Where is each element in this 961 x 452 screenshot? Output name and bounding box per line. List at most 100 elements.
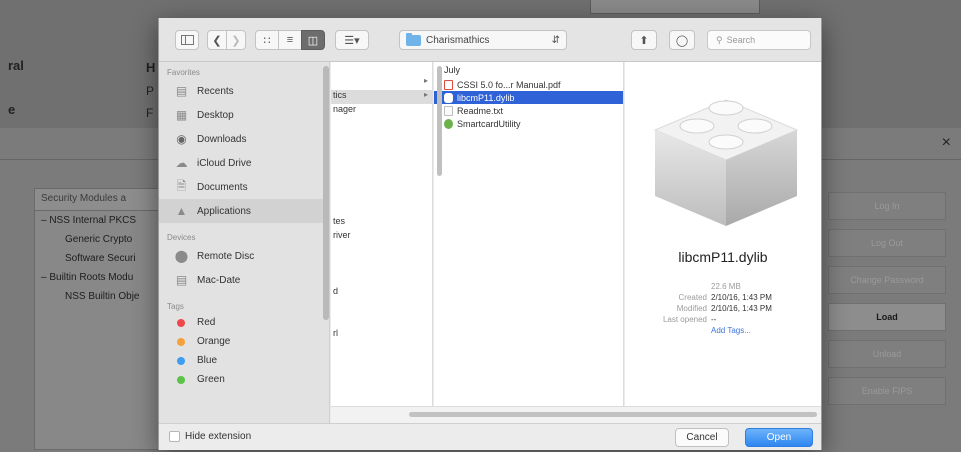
list-view-button[interactable]: ≡	[278, 30, 302, 50]
forward-button[interactable]: ❯	[226, 30, 246, 50]
log-in-button[interactable]: Log In	[828, 192, 946, 220]
sidebar-item-label: Mac-Date	[197, 274, 241, 286]
red-tag-icon	[177, 318, 185, 327]
close-icon[interactable]: ×	[942, 134, 951, 152]
column-row[interactable]	[331, 356, 432, 370]
preview-metadata: 22.6 MB Created 2/10/16, 1:43 PM Modified…	[625, 281, 821, 336]
sidebar-section-devices: Devices	[167, 233, 196, 242]
open-button[interactable]: Open	[745, 428, 813, 447]
column-row[interactable]	[331, 132, 432, 146]
tag-button[interactable]: ◯	[669, 30, 695, 50]
column-row-label: nager	[333, 104, 357, 114]
horizontal-scrollbar[interactable]	[331, 406, 821, 423]
applications-icon: ▲	[175, 204, 188, 218]
security-modules-tree[interactable]: Security Modules a – NSS Internal PKCS G…	[34, 188, 174, 450]
column-row[interactable]: tics ▸	[331, 90, 432, 104]
tree-row[interactable]: Generic Crypto	[35, 230, 173, 249]
column-row[interactable]: river	[331, 230, 432, 244]
tag-icon: ◯	[675, 34, 689, 47]
cancel-button[interactable]: Cancel	[675, 428, 729, 447]
share-button[interactable]: ⬆	[631, 30, 657, 50]
column-row[interactable]	[331, 258, 432, 272]
column-row[interactable]	[331, 272, 432, 286]
background-label: e	[8, 102, 16, 117]
tree-row[interactable]: – Builtin Roots Modu	[35, 268, 173, 287]
enable-fips-button[interactable]: Enable FIPS	[828, 377, 946, 405]
file-row-selected[interactable]: libcmP11.dylib	[434, 91, 623, 104]
sidebar-item-label: Desktop	[197, 109, 234, 121]
folder-icon	[406, 32, 421, 46]
sidebar-tag-red[interactable]: Red	[159, 313, 329, 332]
sidebar-tag-orange[interactable]: Orange	[159, 332, 329, 351]
column-row[interactable]	[331, 202, 432, 216]
sidebar-item-label: Green	[197, 374, 225, 385]
log-out-button[interactable]: Log Out	[828, 229, 946, 257]
library-file-icon	[653, 99, 799, 226]
add-tags-link[interactable]: Add Tags...	[711, 325, 751, 336]
tree-header: Security Modules a	[35, 189, 173, 211]
tree-row[interactable]: Software Securi	[35, 249, 173, 268]
disc-icon: ⬤	[174, 249, 189, 263]
column-row[interactable]	[331, 62, 432, 76]
column-row[interactable]	[331, 118, 432, 132]
column-row[interactable]	[331, 244, 432, 258]
column-row[interactable]	[331, 160, 432, 174]
sidebar-icon	[180, 35, 194, 45]
documents-icon: 🗎	[176, 178, 187, 193]
tree-row[interactable]: – NSS Internal PKCS	[35, 211, 173, 230]
sidebar-item-downloads[interactable]: ◉ Downloads	[159, 127, 329, 151]
column-row[interactable]	[331, 384, 432, 398]
column-row[interactable]: ▸	[331, 76, 432, 90]
sidebar-item-remote-disc[interactable]: ⬤ Remote Disc	[159, 244, 329, 268]
hide-extension-checkbox[interactable]: Hide extension	[169, 431, 251, 442]
column-row[interactable]	[331, 314, 432, 328]
sidebar-item-desktop[interactable]: ▦ Desktop	[159, 103, 329, 127]
column-row[interactable]	[331, 146, 432, 160]
sidebar-tag-green[interactable]: Green	[159, 370, 329, 389]
back-button[interactable]: ❮	[207, 30, 227, 50]
column-row[interactable]	[331, 300, 432, 314]
sidebar-item-recents[interactable]: ▤ Recents	[159, 79, 329, 103]
sidebar-scrollbar[interactable]	[323, 66, 329, 320]
meta-key: Last opened	[662, 315, 707, 324]
tree-row[interactable]: NSS Builtin Obje	[35, 287, 173, 306]
checkbox-icon	[169, 431, 180, 442]
file-row[interactable]: SmartcardUtility	[434, 117, 623, 130]
browser-column-applications[interactable]: ▸tics▸nagertesriverdrlrome	[331, 62, 433, 406]
file-row[interactable]: CSSI 5.0 fo...r Manual.pdf	[434, 78, 623, 91]
icon-view-button[interactable]: ∷	[255, 30, 279, 50]
scrollbar-thumb[interactable]	[409, 412, 817, 417]
column-row[interactable]	[331, 370, 432, 384]
load-button[interactable]: Load	[828, 303, 946, 331]
sidebar-item-applications[interactable]: ▲ Applications	[159, 199, 329, 223]
location-popup[interactable]: Charismathics ⇵	[399, 30, 567, 50]
sidebar-toggle-button[interactable]	[175, 30, 199, 50]
column-scrollbar[interactable]	[437, 66, 442, 176]
column-row[interactable]: nager	[331, 104, 432, 118]
browser-column-files[interactable]: July CSSI 5.0 fo...r Manual.pdf libcmP11…	[434, 62, 624, 406]
sidebar-tag-blue[interactable]: Blue	[159, 351, 329, 370]
column-row[interactable]	[331, 342, 432, 356]
column-row[interactable]: rl	[331, 328, 432, 342]
search-field[interactable]: ⚲ Search	[707, 30, 811, 50]
column-row-label: rl	[333, 328, 338, 338]
column-view-button[interactable]: ◫	[301, 30, 325, 50]
column-row[interactable]	[331, 188, 432, 202]
file-name: SmartcardUtility	[457, 118, 521, 129]
file-row[interactable]: Readme.txt	[434, 104, 623, 117]
chevron-updown-icon: ⇵	[551, 34, 560, 46]
sidebar-item-icloud-drive[interactable]: ☁ iCloud Drive	[159, 151, 329, 175]
background-tab	[590, 0, 760, 14]
change-password-button[interactable]: Change Password	[828, 266, 946, 294]
column-row[interactable]	[331, 398, 432, 406]
unload-button[interactable]: Unload	[828, 340, 946, 368]
group-by-button[interactable]: ☰▾	[335, 30, 369, 50]
sidebar-item-mac-date[interactable]: ▤ Mac-Date	[159, 268, 329, 292]
meta-key: Modified	[676, 304, 707, 313]
preview-file-name: libcmP11.dylib	[678, 249, 768, 265]
column-row[interactable]: d	[331, 286, 432, 300]
sidebar-item-documents[interactable]: 🗎 Documents	[159, 175, 329, 199]
column-row[interactable]	[331, 174, 432, 188]
background-label: H	[146, 60, 156, 75]
column-row[interactable]: tes	[331, 216, 432, 230]
